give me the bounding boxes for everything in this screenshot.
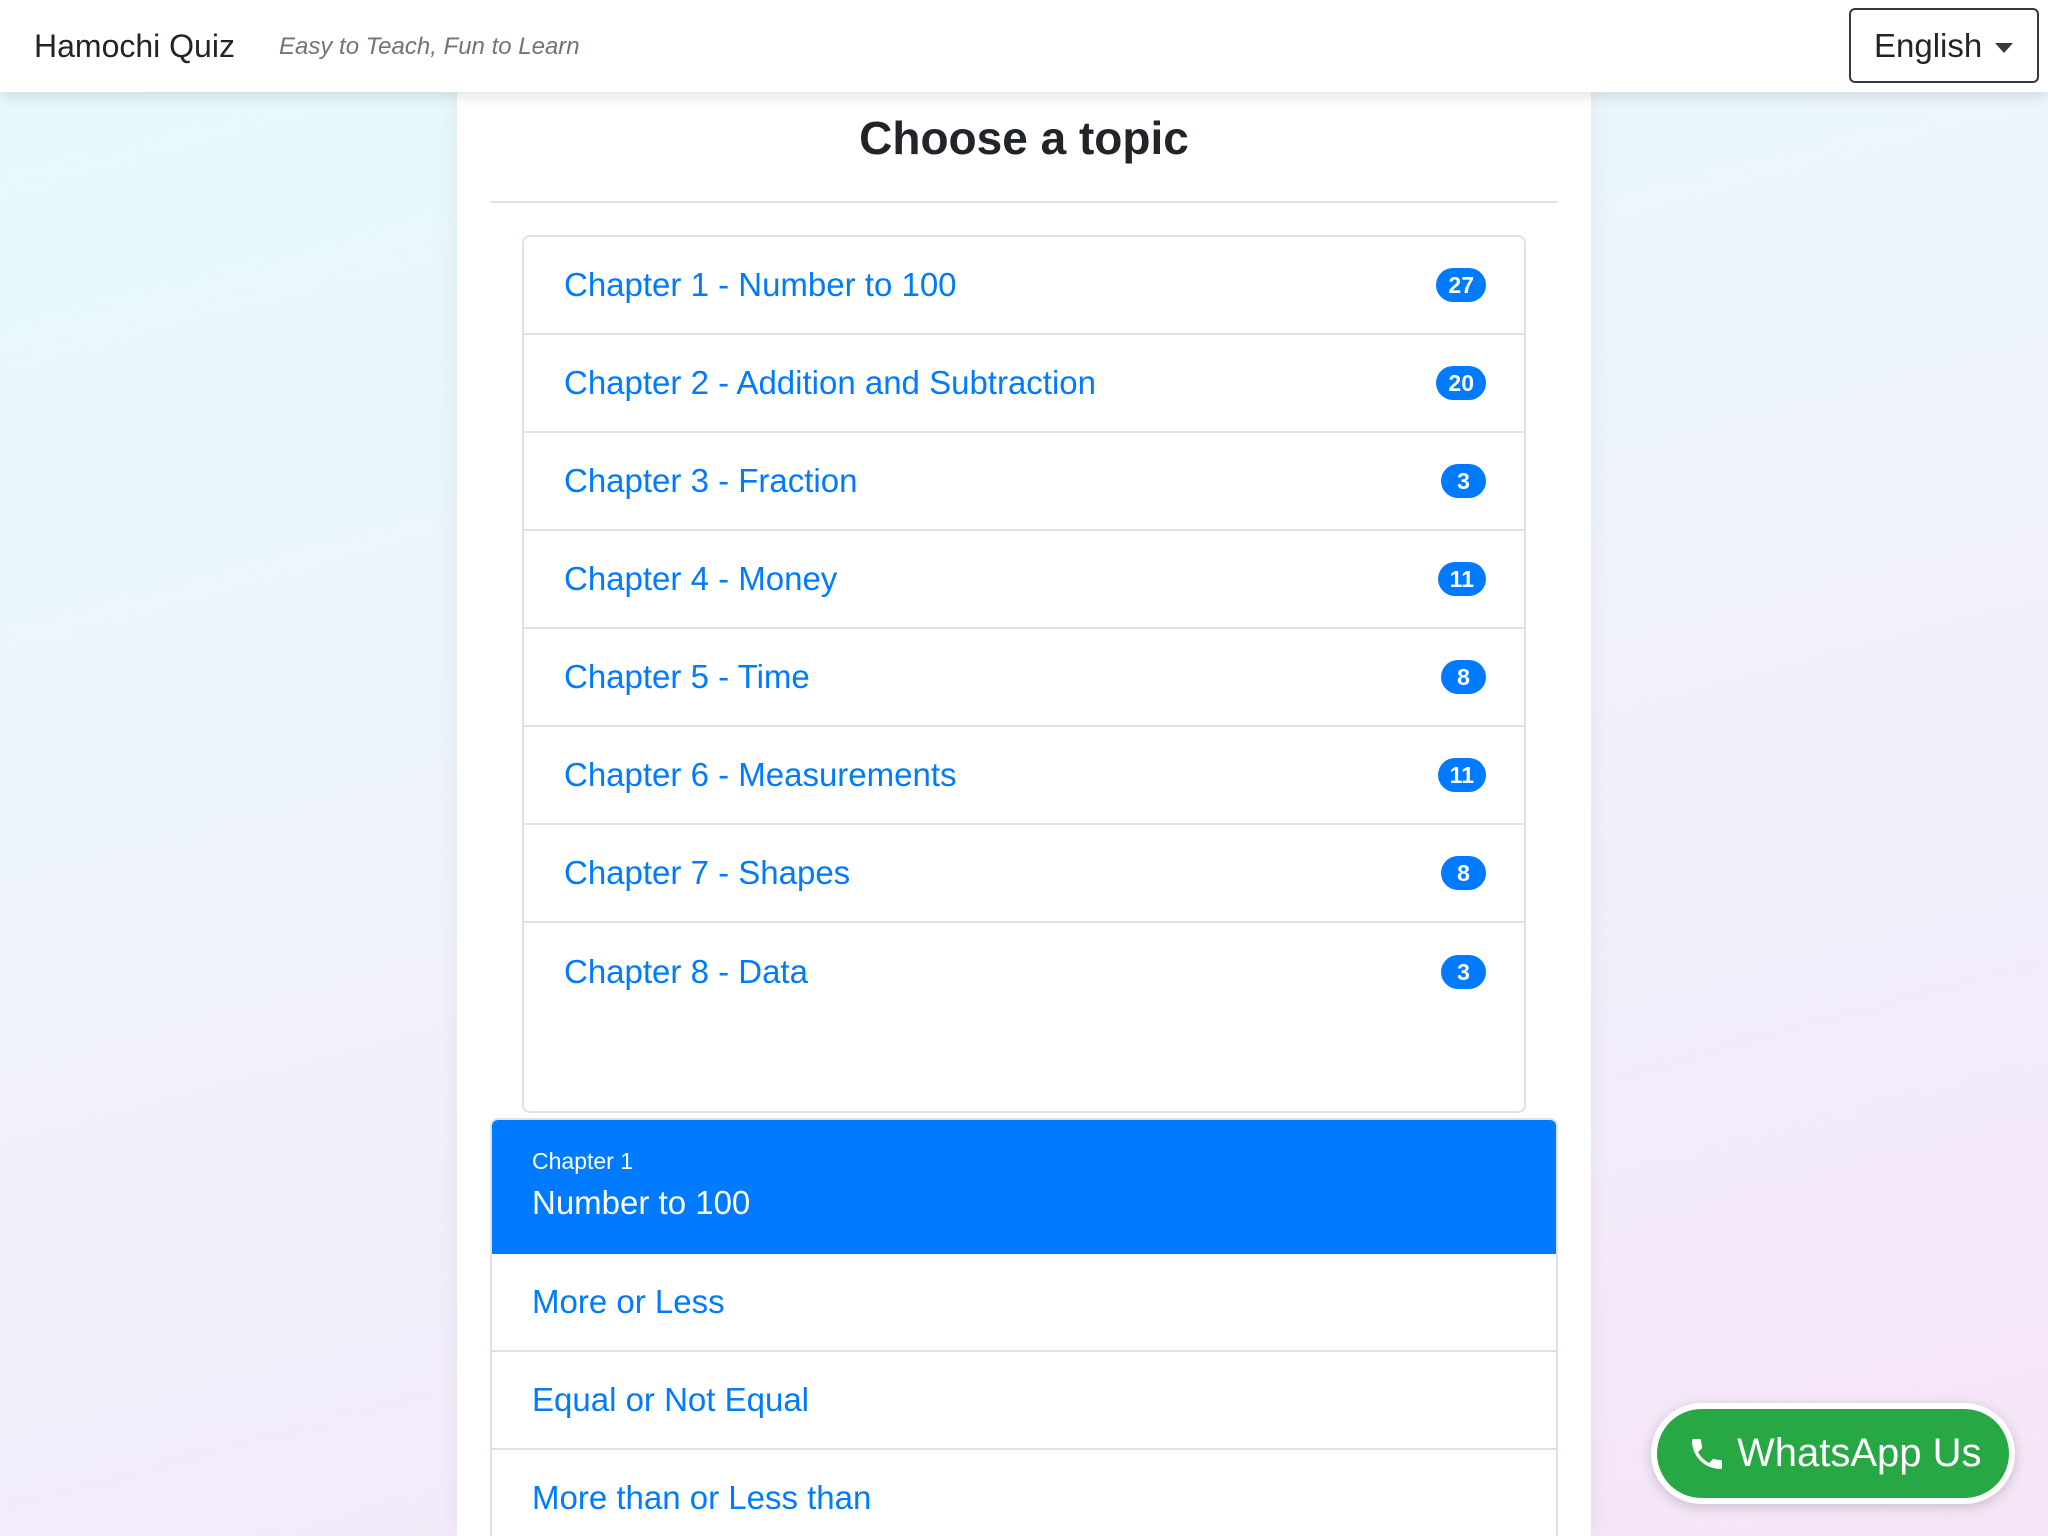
subtopic-label: More than or Less than [532, 1479, 872, 1516]
topic-item-chapter-5[interactable]: Chapter 5 - Time 8 [524, 629, 1524, 727]
topic-item-chapter-4[interactable]: Chapter 4 - Money 11 [524, 531, 1524, 629]
topic-count-badge: 8 [1441, 660, 1486, 694]
chevron-down-icon [1995, 43, 2013, 53]
language-dropdown[interactable]: English [1849, 8, 2039, 83]
topic-count-badge: 11 [1437, 562, 1486, 596]
topic-label: Chapter 1 - Number to 100 [564, 266, 957, 303]
navbar: Hamochi Quiz Easy to Teach, Fun to Learn… [0, 0, 2048, 92]
chapter-eyebrow: Chapter 1 [532, 1148, 634, 1174]
whatsapp-label: WhatsApp Us [1737, 1431, 1982, 1475]
subtopic-item[interactable]: More than or Less than [492, 1450, 1556, 1536]
topic-label: Chapter 5 - Time [564, 658, 810, 695]
main-card: Choose a topic Chapter 1 - Number to 100… [457, 92, 1591, 1536]
topic-label: Chapter 7 - Shapes [564, 854, 851, 891]
language-label: English [1874, 26, 1983, 64]
subtopic-label: More or Less [532, 1283, 725, 1320]
brand-logo-text[interactable]: Hamochi Quiz [34, 26, 235, 66]
chapter-header: Chapter 1 Number to 100 [492, 1120, 1556, 1254]
topic-count-badge: 8 [1441, 856, 1486, 890]
subtopic-item[interactable]: Equal or Not Equal [492, 1352, 1556, 1450]
tagline: Easy to Teach, Fun to Learn [279, 33, 580, 60]
subtopic-label: Equal or Not Equal [532, 1381, 810, 1418]
topic-item-chapter-8[interactable]: Chapter 8 - Data 3 [524, 923, 1524, 1021]
topic-count-badge: 11 [1437, 758, 1486, 792]
topic-label: Chapter 8 - Data [564, 953, 808, 990]
whatsapp-button[interactable]: WhatsApp Us [1651, 1403, 2015, 1504]
topic-label: Chapter 4 - Money [564, 560, 838, 597]
topic-count-badge: 27 [1436, 268, 1486, 302]
phone-icon [1692, 1438, 1722, 1469]
topic-count-badge: 20 [1436, 366, 1486, 400]
topic-label: Chapter 2 - Addition and Subtraction [564, 364, 1097, 401]
topic-label: Chapter 3 - Fraction [564, 462, 858, 499]
divider [490, 201, 1558, 203]
topic-item-chapter-2[interactable]: Chapter 2 - Addition and Subtraction 20 [524, 335, 1524, 433]
topic-item-chapter-7[interactable]: Chapter 7 - Shapes 8 [524, 825, 1524, 923]
chapter-section: Chapter 1 Number to 100 More or Less Equ… [490, 1118, 1558, 1536]
topic-list: Chapter 1 - Number to 100 27 Chapter 2 -… [522, 235, 1526, 1113]
topic-item-chapter-6[interactable]: Chapter 6 - Measurements 11 [524, 727, 1524, 825]
topic-label: Chapter 6 - Measurements [564, 756, 957, 793]
topic-count-badge: 3 [1441, 464, 1486, 498]
whatsapp-button-inner: WhatsApp Us [1657, 1409, 2009, 1498]
topic-count-badge: 3 [1441, 955, 1486, 989]
subtopic-item[interactable]: More or Less [492, 1254, 1556, 1352]
topic-item-chapter-3[interactable]: Chapter 3 - Fraction 3 [524, 433, 1524, 531]
chapter-title: Number to 100 [532, 1184, 751, 1221]
page-title: Choose a topic [859, 112, 1189, 164]
topic-item-chapter-1[interactable]: Chapter 1 - Number to 100 27 [524, 237, 1524, 335]
